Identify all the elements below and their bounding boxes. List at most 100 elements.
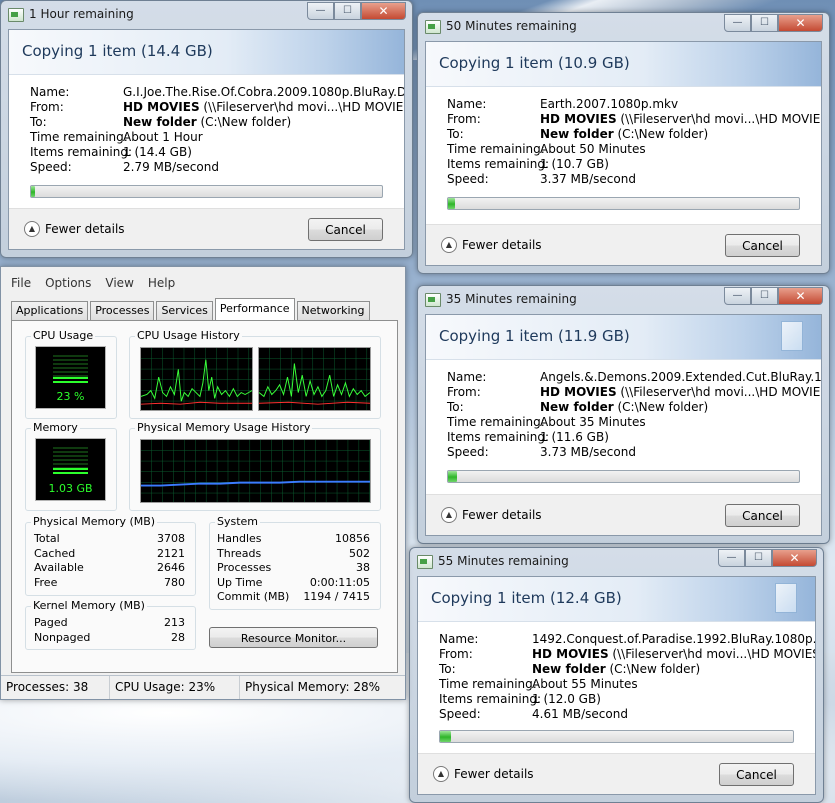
time-label: Time remaining: xyxy=(447,415,545,429)
stat-value: 502 xyxy=(349,546,370,560)
to-location-link[interactable]: New folder xyxy=(123,115,197,129)
maximize-button[interactable]: ☐ xyxy=(334,2,361,20)
tab-processes[interactable]: Processes xyxy=(90,301,155,320)
chevron-up-icon: ▲ xyxy=(433,766,449,782)
cancel-button[interactable]: Cancel xyxy=(725,504,800,527)
system-group: System Handles 10856 Threads 502 Processes… xyxy=(209,515,381,610)
cpu-history-group: CPU Usage History xyxy=(129,329,381,419)
copy-details: Name: 1492.Conquest.of.Paradise.1992.BluR… xyxy=(439,632,815,722)
copy-app-icon xyxy=(417,555,433,569)
maximize-button[interactable]: ☐ xyxy=(751,14,778,32)
cpu-meter-level xyxy=(53,377,88,384)
time-remaining: About 35 Minutes xyxy=(540,415,646,429)
dialog-body: Copying 1 item (14.4 GB) Name: G.I.Joe.Th… xyxy=(8,29,405,250)
close-button[interactable]: ✕ xyxy=(778,14,823,32)
close-button[interactable]: ✕ xyxy=(772,549,817,567)
items-remaining: 1 (12.0 GB) xyxy=(532,692,601,706)
to-label: To: xyxy=(447,127,464,141)
items-label: Items remaining: xyxy=(30,145,133,159)
tab-services[interactable]: Services xyxy=(156,301,213,320)
copy-heading: Copying 1 item (11.9 GB) xyxy=(439,327,630,345)
stat-row: Cached 2121 xyxy=(34,547,185,562)
physical-memory-label: Physical Memory (MB) xyxy=(31,515,158,528)
close-button[interactable]: ✕ xyxy=(361,2,406,20)
to-location-link[interactable]: New folder xyxy=(540,127,614,141)
progress-fill xyxy=(448,471,457,482)
stat-name: Cached xyxy=(34,546,76,560)
copy-details: Name: Earth.2007.1080p.mkv From: HD MOVIES… xyxy=(447,97,821,187)
cancel-button[interactable]: Cancel xyxy=(719,763,794,786)
from-location-link[interactable]: HD MOVIES xyxy=(540,385,617,399)
tab-strip: Applications Processes Services Performa… xyxy=(11,298,372,320)
name-label: Name: xyxy=(439,632,479,646)
stat-row: Nonpaged 28 xyxy=(34,631,185,646)
time-remaining: About 55 Minutes xyxy=(532,677,638,691)
fewer-details-toggle[interactable]: ▲ Fewer details xyxy=(441,507,542,523)
from-location-link[interactable]: HD MOVIES xyxy=(123,100,200,114)
to-path: (C:\New folder) xyxy=(617,127,709,141)
tab-performance[interactable]: Performance xyxy=(214,298,295,320)
maximize-button[interactable]: ☐ xyxy=(745,549,772,567)
status-physical-memory: Physical Memory: 28% xyxy=(239,676,405,699)
cpu-meter-bars xyxy=(53,355,88,384)
from-location-link[interactable]: HD MOVIES xyxy=(540,112,617,126)
to-location-link[interactable]: New folder xyxy=(532,662,606,676)
name-label: Name: xyxy=(30,85,70,99)
tab-networking[interactable]: Networking xyxy=(296,301,370,320)
menu-file[interactable]: File xyxy=(11,276,31,290)
title-bar[interactable]: 50 Minutes remaining — ☐ ✕ xyxy=(418,13,829,41)
fewer-details-label: Fewer details xyxy=(462,508,542,522)
cpu-usage-meter: 23 % xyxy=(35,346,106,409)
minimize-button[interactable]: — xyxy=(307,2,334,20)
time-label: Time remaining: xyxy=(30,130,128,144)
menu-view[interactable]: View xyxy=(105,276,133,290)
dialog-footer: ▲ Fewer details Cancel xyxy=(426,224,821,265)
title-bar[interactable]: 1 Hour remaining — ☐ ✕ xyxy=(1,1,412,29)
copy-speed: 3.37 MB/second xyxy=(540,172,636,186)
stat-row: Total 3708 xyxy=(34,532,185,547)
memory-group: Memory 1.03 GB xyxy=(25,421,117,511)
items-remaining: 1 (11.6 GB) xyxy=(540,430,609,444)
header-banner: Copying 1 item (10.9 GB) xyxy=(426,42,821,87)
close-button[interactable]: ✕ xyxy=(778,287,823,305)
minimize-button[interactable]: — xyxy=(718,549,745,567)
title-bar[interactable]: 55 Minutes remaining — ☐ ✕ xyxy=(410,548,823,576)
file-name: Earth.2007.1080p.mkv xyxy=(540,97,679,111)
stat-name: Nonpaged xyxy=(34,630,91,644)
from-location-link[interactable]: HD MOVIES xyxy=(532,647,609,661)
copy-progress-bar xyxy=(30,185,383,198)
stat-row: Up Time 0:00:11:05 xyxy=(217,576,370,591)
stat-name: Free xyxy=(34,575,58,589)
to-location-link[interactable]: New folder xyxy=(540,400,614,414)
stat-value: 38 xyxy=(356,561,370,574)
system-stats: Handles 10856 Threads 502 Processes 38 Up T… xyxy=(217,532,370,605)
minimize-button[interactable]: — xyxy=(724,14,751,32)
stat-row: Free 780 xyxy=(34,576,185,591)
stat-name: Total xyxy=(34,532,60,545)
memory-history-graph xyxy=(140,439,371,503)
from-label: From: xyxy=(447,385,481,399)
resource-monitor-button[interactable]: Resource Monitor... xyxy=(209,627,378,648)
to-label: To: xyxy=(439,662,456,676)
fewer-details-toggle[interactable]: ▲ Fewer details xyxy=(433,766,534,782)
items-label: Items remaining: xyxy=(447,430,550,444)
cpu-usage-value: 23 % xyxy=(56,390,85,403)
menu-help[interactable]: Help xyxy=(148,276,175,290)
cancel-button[interactable]: Cancel xyxy=(725,234,800,257)
title-bar[interactable]: 35 Minutes remaining — ☐ ✕ xyxy=(418,286,829,314)
dialog-footer: ▲ Fewer details Cancel xyxy=(9,208,404,249)
tab-applications[interactable]: Applications xyxy=(11,301,89,320)
to-path: (C:\New folder) xyxy=(617,400,709,414)
menu-options[interactable]: Options xyxy=(45,276,91,290)
stat-value: 10856 xyxy=(335,532,370,545)
header-banner: Copying 1 item (11.9 GB) xyxy=(426,315,821,360)
fewer-details-toggle[interactable]: ▲ Fewer details xyxy=(441,237,542,253)
to-label: To: xyxy=(30,115,47,129)
minimize-button[interactable]: — xyxy=(724,287,751,305)
fewer-details-toggle[interactable]: ▲ Fewer details xyxy=(24,221,125,237)
speed-label: Speed: xyxy=(439,707,481,721)
memory-meter-bars xyxy=(53,447,88,476)
cancel-button[interactable]: Cancel xyxy=(308,218,383,241)
cpu-history-graph-core1 xyxy=(140,347,253,411)
maximize-button[interactable]: ☐ xyxy=(751,287,778,305)
